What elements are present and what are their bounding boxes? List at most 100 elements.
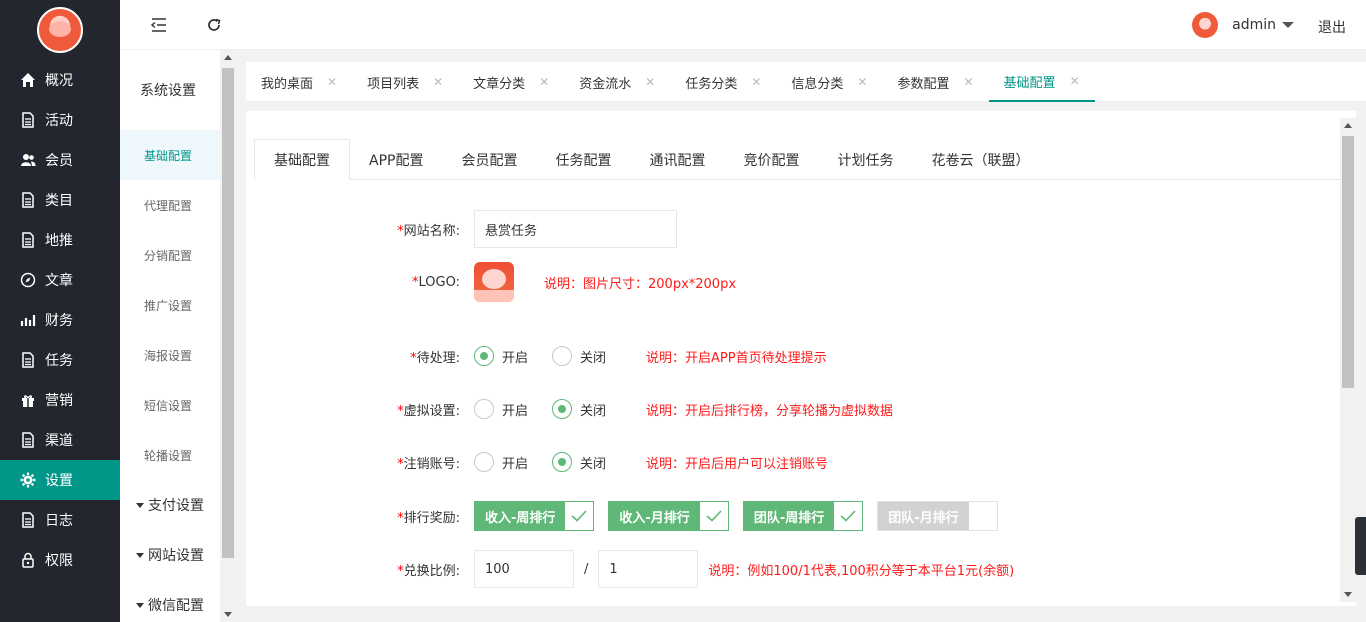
subnav-group[interactable]: 网站设置 (120, 530, 220, 580)
user-menu[interactable]: admin (1192, 12, 1294, 38)
sidebar-item-8[interactable]: 营销 (0, 380, 120, 420)
gift-icon (20, 392, 36, 408)
sidebar-item-10[interactable]: 设置 (0, 460, 120, 500)
exchange-left-input[interactable]: 100 (474, 550, 574, 588)
rank-reward-row: *排行奖励: 收入-周排行 收入-月排行 团队-周排行 团队-月排行 (246, 501, 1012, 531)
subnav-group[interactable]: 支付设置 (120, 480, 220, 530)
avatar (1192, 12, 1219, 38)
config-tab[interactable]: 计划任务 (818, 139, 912, 180)
page-tab[interactable]: 我的桌面 ✕ (246, 62, 352, 102)
sidebar-item-4[interactable]: 地推 (0, 220, 120, 260)
subnav-item[interactable]: 短信设置 (120, 380, 220, 430)
page-tab[interactable]: 资金流水 ✕ (564, 62, 670, 102)
sidebar-item-9[interactable]: 渠道 (0, 420, 120, 460)
scrollbar-thumb[interactable] (1342, 136, 1354, 388)
page-tab[interactable]: 基础配置 ✕ (988, 62, 1095, 102)
sidebar-item-label: 日志 (45, 513, 73, 529)
pending-off-radio[interactable]: 关闭 (552, 346, 606, 366)
subnav-group-label: 支付设置 (148, 498, 204, 514)
close-icon[interactable]: ✕ (327, 75, 337, 89)
file-icon (20, 192, 36, 208)
virtual-off-radio[interactable]: 关闭 (552, 399, 606, 419)
scroll-down-icon[interactable] (224, 612, 232, 617)
pending-on-radio[interactable]: 开启 (474, 346, 528, 366)
brand-logo[interactable] (37, 7, 83, 53)
rank-team-week-checkbox[interactable]: 团队-周排行 (742, 501, 864, 531)
settings-subnav: 系统设置 基础配置 代理配置 分销配置 推广设置 海报设置 短信设置 轮播设置 支付设置 网站… (120, 50, 220, 622)
logo-row: *LOGO: 说明：图片尺寸：200px*200px (246, 262, 736, 302)
subnav-item[interactable]: 基础配置 (120, 130, 220, 180)
close-icon[interactable]: ✕ (1070, 74, 1080, 88)
exchange-right-input[interactable]: 1 (598, 550, 699, 588)
rank-reward-label: *排行奖励: (397, 510, 460, 526)
close-icon[interactable]: ✕ (963, 75, 973, 89)
sidebar-item-2[interactable]: 会员 (0, 140, 120, 180)
pending-row: *待处理: 开启 关闭 说明：开启APP首页待处理提示 (246, 346, 827, 366)
subnav-item[interactable]: 推广设置 (120, 280, 220, 330)
sidebar-item-1[interactable]: 活动 (0, 100, 120, 140)
config-tab[interactable]: APP配置 (350, 139, 442, 180)
config-tab[interactable]: 基础配置 (254, 139, 350, 180)
scroll-down-icon[interactable] (1344, 592, 1352, 597)
rank-income-week-checkbox[interactable]: 收入-周排行 (474, 501, 595, 531)
refresh-icon[interactable] (203, 14, 225, 36)
cancel-account-on-radio[interactable]: 开启 (474, 452, 528, 472)
caret-down-icon (136, 502, 144, 508)
config-tab[interactable]: 竞价配置 (724, 139, 818, 180)
collapse-menu-icon[interactable] (148, 14, 170, 36)
logout-button[interactable]: 退出 (1318, 17, 1346, 37)
sidebar-item-6[interactable]: 财务 (0, 300, 120, 340)
config-tab[interactable]: 会员配置 (442, 139, 536, 180)
sidebar-item-label: 活动 (45, 113, 73, 129)
page-tab[interactable]: 参数配置 ✕ (882, 62, 988, 102)
page-tab[interactable]: 任务分类 ✕ (670, 62, 776, 102)
sidebar-item-label: 财务 (45, 313, 73, 329)
users-icon (20, 152, 36, 168)
sidebar-item-12[interactable]: 权限 (0, 540, 120, 580)
scrollbar-thumb[interactable] (222, 68, 234, 558)
close-icon[interactable]: ✕ (645, 75, 655, 89)
sidebar-item-5[interactable]: 文章 (0, 260, 120, 300)
page-tab-label: 信息分类 (791, 76, 844, 92)
scroll-up-icon[interactable] (1344, 123, 1352, 128)
config-tab[interactable]: 花卷云（联盟） (912, 139, 1048, 180)
pending-note: 说明：开启APP首页待处理提示 (646, 350, 827, 366)
page-tab-label: 参数配置 (897, 76, 950, 92)
cancel-account-off-radio[interactable]: 关闭 (552, 452, 606, 472)
subnav-group[interactable]: 微信配置 (120, 580, 220, 622)
subnav-item[interactable]: 海报设置 (120, 330, 220, 380)
sidebar-item-label: 设置 (45, 473, 73, 489)
sidebar-item-0[interactable]: 概况 (0, 60, 120, 100)
exchange-label: *兑换比例: (397, 563, 460, 579)
page-tab-label: 我的桌面 (261, 76, 314, 92)
caret-down-icon (136, 602, 144, 608)
scroll-up-icon[interactable] (224, 55, 232, 60)
virtual-on-radio[interactable]: 开启 (474, 399, 528, 419)
sidebar-item-7[interactable]: 任务 (0, 340, 120, 380)
site-name-input[interactable]: 悬赏任务 (474, 210, 677, 248)
logo-note: 说明：图片尺寸：200px*200px (544, 276, 737, 292)
config-tab[interactable]: 通讯配置 (630, 139, 724, 180)
close-icon[interactable]: ✕ (857, 75, 867, 89)
logo-upload-image[interactable] (474, 262, 514, 302)
close-icon[interactable]: ✕ (751, 75, 761, 89)
file-icon (20, 432, 36, 448)
subnav-item[interactable]: 轮播设置 (120, 430, 220, 480)
panel-scrollbar[interactable] (1340, 118, 1356, 602)
subnav-scrollbar[interactable] (220, 50, 236, 622)
page-tab[interactable]: 文章分类 ✕ (458, 62, 564, 102)
subnav-item[interactable]: 代理配置 (120, 180, 220, 230)
side-float-widget[interactable] (1355, 517, 1366, 575)
close-icon[interactable]: ✕ (433, 75, 443, 89)
sidebar-item-3[interactable]: 类目 (0, 180, 120, 220)
sidebar-item-11[interactable]: 日志 (0, 500, 120, 540)
subnav-item[interactable]: 分销配置 (120, 230, 220, 280)
page-tab[interactable]: 项目列表 ✕ (352, 62, 458, 102)
page-tab[interactable]: 信息分类 ✕ (776, 62, 882, 102)
close-icon[interactable]: ✕ (539, 75, 549, 89)
rank-team-month-checkbox[interactable]: 团队-月排行 (877, 501, 998, 531)
rank-income-month-checkbox[interactable]: 收入-月排行 (608, 501, 729, 531)
page-tab-label: 文章分类 (473, 76, 526, 92)
site-name-row: *网站名称: 悬赏任务 (246, 210, 677, 248)
config-tab[interactable]: 任务配置 (536, 139, 630, 180)
